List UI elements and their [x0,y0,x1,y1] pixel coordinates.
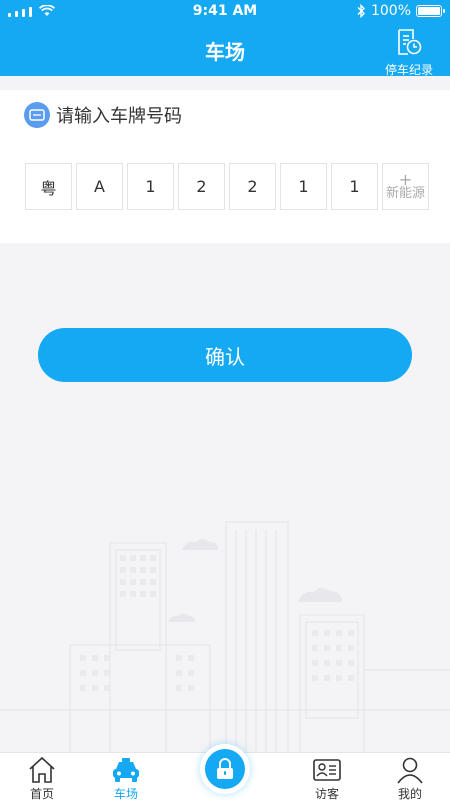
plate-input-card: 请输入车牌号码 粤 A 1 2 2 1 1 + 新能源 [0,90,450,243]
profile-icon [397,757,423,784]
confirm-button[interactable]: 确认 [38,328,412,382]
car-icon [113,758,139,782]
lock-icon [217,758,233,779]
status-right: 100% [357,3,445,19]
tab-home[interactable]: 首页 [12,753,72,800]
add-icon: + [398,169,413,189]
records-icon [398,29,422,55]
plate-icon [24,102,50,128]
plate-prompt-row: 请输入车牌号码 [24,102,182,128]
tab-profile-label: 我的 [397,787,422,800]
center-lock-button[interactable] [200,744,250,794]
battery-percent: 100% [370,3,411,19]
battery-icon [416,5,445,17]
plate-cell-province[interactable]: 粤 [25,163,72,210]
parking-records-button[interactable]: 停车纪录 [382,28,436,78]
tab-parking[interactable]: 车场 [96,753,156,800]
plate-cell-7[interactable]: 1 [331,163,378,210]
plate-cell-6[interactable]: 1 [280,163,327,210]
tab-profile[interactable]: 我的 [380,753,440,800]
plate-prompt: 请输入车牌号码 [56,106,182,127]
plate-cell-4[interactable]: 2 [178,163,225,210]
tab-visitor[interactable]: 访客 [297,753,357,800]
plate-cell-new-energy[interactable]: + 新能源 [382,163,429,210]
plate-cells: 粤 A 1 2 2 1 1 + 新能源 [25,163,429,210]
new-energy-label: 新能源 [385,185,425,201]
plate-cell-5[interactable]: 2 [229,163,276,210]
plate-cell-3[interactable]: 1 [127,163,174,210]
visitor-card-icon [313,759,341,781]
city-skyline-illustration [0,521,450,755]
plate-cell-letter[interactable]: A [76,163,123,210]
header-bar: 9:41 AM 100% 车场 停车纪录 [0,0,450,78]
lock-button-inner [205,749,245,789]
bluetooth-icon [357,4,365,18]
parking-records-label: 停车纪录 [384,63,433,77]
tab-visitor-label: 访客 [314,787,339,800]
home-icon [29,756,55,783]
status-bar: 9:41 AM 100% [0,0,450,24]
tab-parking-label: 车场 [113,787,138,800]
tab-home-label: 首页 [29,787,54,800]
